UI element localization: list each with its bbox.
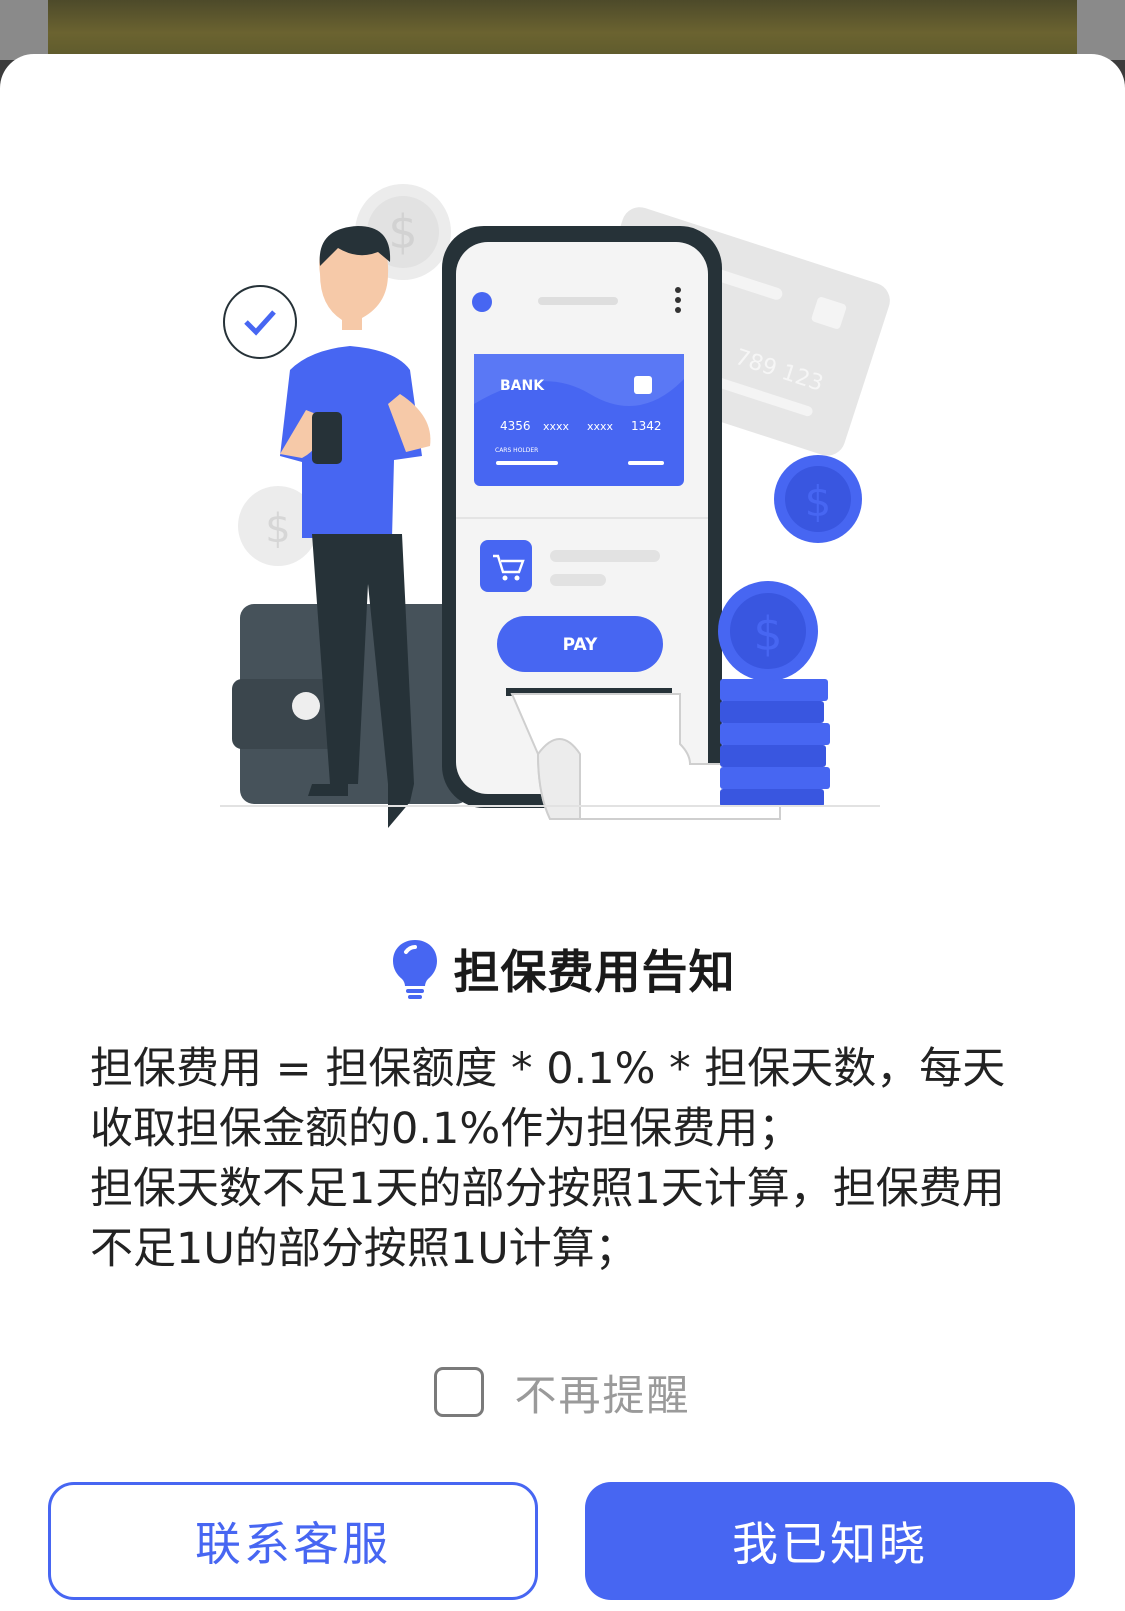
card-holder-label: CARS HOLDER — [495, 447, 538, 454]
dont-remind-label[interactable]: 不再提醒 — [514, 1362, 690, 1423]
blue-coin-floating: $ — [774, 455, 862, 543]
payment-illustration: 789 123 $ $ BANK 4356 xxxx xxxx 1342 CAR… — [220, 184, 890, 828]
notice-dialog: 789 123 $ $ BANK 4356 xxxx xxxx 1342 CAR… — [0, 54, 1125, 1611]
background-edge-right — [1077, 0, 1125, 60]
coin-symbol-1: $ — [805, 477, 832, 526]
card-number-4: 1342 — [631, 419, 662, 433]
notice-line-1: 担保费用 = 担保额度 * 0.1% * 担保天数，每天收取担保金额的0.1%作… — [90, 1044, 1006, 1154]
svg-text:$: $ — [265, 506, 290, 552]
illustration-pay-label: PAY — [563, 635, 598, 655]
dont-remind-checkbox[interactable] — [434, 1367, 485, 1417]
notice-title: 担保费用告知 — [453, 945, 736, 999]
notice-body: 担保费用 = 担保额度 * 0.1% * 担保天数，每天收取担保金额的0.1%作… — [90, 1039, 1035, 1279]
notice-line-2: 担保天数不足1天的部分按照1天计算，担保费用不足1U的部分按照1U计算； — [90, 1164, 1005, 1274]
card-number-3: xxxx — [587, 420, 614, 433]
card-bank-label: BANK — [500, 378, 545, 394]
blue-coin-stack: $ — [718, 581, 830, 807]
coin-symbol-2: $ — [753, 607, 782, 661]
background-edge-left — [0, 0, 48, 60]
svg-text:$: $ — [388, 205, 417, 259]
card-number-1: 4356 — [500, 419, 531, 433]
card-number-2: xxxx — [543, 420, 570, 433]
dont-remind-row[interactable]: 不再提醒 — [0, 1364, 1125, 1420]
notice-title-row: 担保费用告知 — [0, 934, 1125, 1004]
background-photo — [48, 0, 1077, 60]
contact-support-button[interactable]: 联系客服 — [48, 1482, 538, 1600]
acknowledge-button[interactable]: 我已知晓 — [585, 1482, 1075, 1600]
lightbulb-icon — [392, 940, 437, 999]
